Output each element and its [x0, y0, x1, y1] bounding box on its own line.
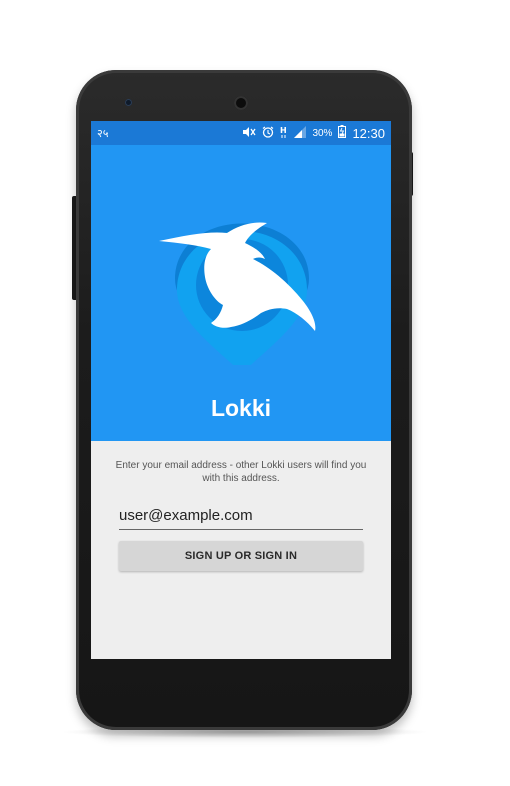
mute-icon: [242, 126, 256, 141]
phone-screen: २५ H 30% 12:30 Lokki Enter your email ad…: [91, 121, 391, 659]
app-header: Lokki: [91, 145, 391, 441]
front-sensor: [125, 99, 132, 106]
carrier-label: २५: [97, 127, 109, 140]
battery-percent: 30%: [312, 127, 333, 139]
status-bar: २५ H 30% 12:30: [91, 121, 391, 145]
email-field[interactable]: [119, 503, 363, 530]
signal-h-icon: H: [280, 125, 288, 141]
email-hint-text: Enter your email address - other Lokki u…: [115, 460, 367, 484]
status-time: 12:30: [352, 125, 385, 141]
alarm-icon: [262, 126, 274, 141]
front-camera: [234, 96, 248, 110]
lokki-logo-icon: [159, 222, 316, 365]
login-form: Enter your email address - other Lokki u…: [91, 441, 391, 659]
signal-bars-icon: [294, 125, 307, 141]
battery-icon: [338, 125, 347, 141]
sign-up-or-sign-in-button[interactable]: SIGN UP OR SIGN IN: [119, 541, 363, 571]
app-title: Lokki: [210, 395, 272, 421]
status-icons: H 30% 12:30: [242, 125, 385, 141]
svg-text:H: H: [280, 126, 287, 135]
